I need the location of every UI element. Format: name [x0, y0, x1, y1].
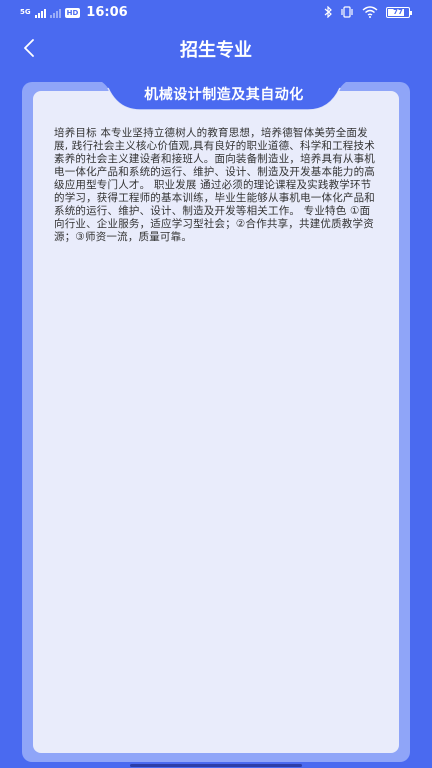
battery-icon: 77: [386, 6, 412, 18]
nav-bar: 招生专业: [0, 26, 432, 70]
network-type-label: 5G: [20, 8, 31, 16]
status-right: 77: [324, 6, 412, 18]
status-bar: 5G HD 16:06 77: [0, 0, 432, 26]
hd-badge: HD: [64, 7, 81, 18]
status-time: 16:06: [86, 5, 128, 20]
page-title: 招生专业: [180, 40, 252, 61]
major-description: 培养目标 本专业坚持立德树人的教育思想，培养德智体美劳全面发展, 践行社会主义核…: [54, 127, 375, 243]
bluetooth-icon: [324, 6, 332, 18]
wifi-icon: [362, 6, 378, 18]
signal-bars-secondary-icon: [49, 8, 61, 18]
home-indicator[interactable]: [130, 764, 302, 767]
status-left: 5G HD 16:06: [20, 5, 128, 20]
battery-level: 77: [393, 7, 403, 16]
signal-bars-icon: [34, 8, 46, 18]
vibrate-icon: [341, 6, 353, 18]
major-name: 机械设计制造及其自动化: [144, 87, 304, 103]
signal-group: 5G: [20, 9, 31, 16]
